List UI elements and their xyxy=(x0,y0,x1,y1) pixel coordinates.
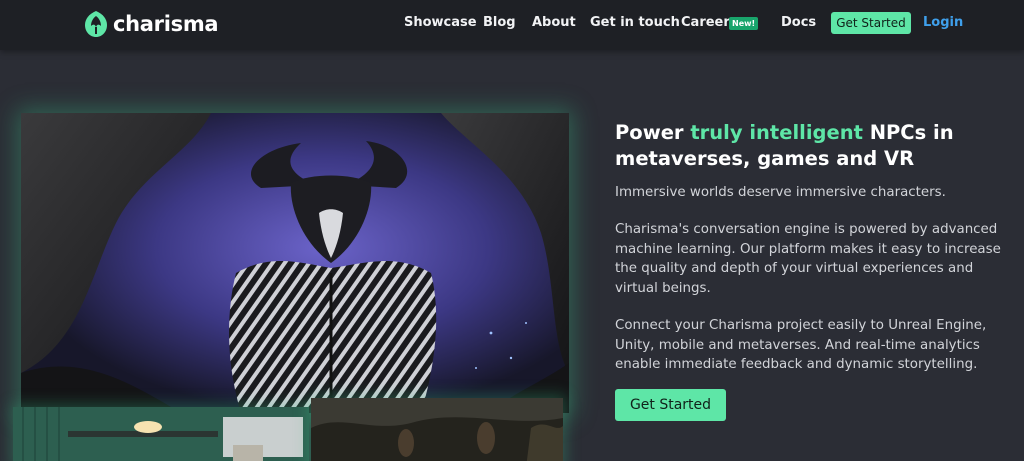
nav-login-link[interactable]: Login xyxy=(923,15,963,31)
scene-thumbnail-room xyxy=(13,407,309,461)
nav-link-about[interactable]: About xyxy=(532,15,576,31)
charisma-logo-icon xyxy=(85,11,107,37)
hero-description: Charisma's conversation engine is powere… xyxy=(615,222,1001,296)
nav-link-showcase[interactable]: Showcase xyxy=(404,15,477,31)
room-scene-illustration xyxy=(13,407,309,461)
hero-heading-accent: truly intelligent xyxy=(690,121,863,144)
hero-heading: Power truly intelligent NPCs in metavers… xyxy=(615,120,995,172)
hero-tagline: Immersive worlds deserve immersive chara… xyxy=(615,185,946,200)
cave-scene-illustration xyxy=(311,398,563,461)
nav-get-started-button[interactable]: Get Started xyxy=(831,12,911,34)
hero-heading-part-1: Power xyxy=(615,121,691,144)
nav-link-blog[interactable]: Blog xyxy=(483,15,516,31)
top-navigation: charisma Showcase Blog About Get in touc… xyxy=(0,0,1024,50)
npc-illustration xyxy=(21,113,569,413)
scene-thumbnail-cave xyxy=(311,398,563,461)
hero-npc-image xyxy=(21,113,569,413)
nav-link-get-in-touch[interactable]: Get in touch xyxy=(590,15,680,31)
hero-get-started-button[interactable]: Get Started xyxy=(615,389,726,421)
brand-name: charisma xyxy=(113,12,219,36)
hero-integrations-text: Connect your Charisma project easily to … xyxy=(615,318,987,372)
nav-link-docs[interactable]: Docs xyxy=(781,15,816,31)
brand-logo[interactable]: charisma xyxy=(84,9,219,39)
careers-new-badge: New! xyxy=(729,17,759,30)
